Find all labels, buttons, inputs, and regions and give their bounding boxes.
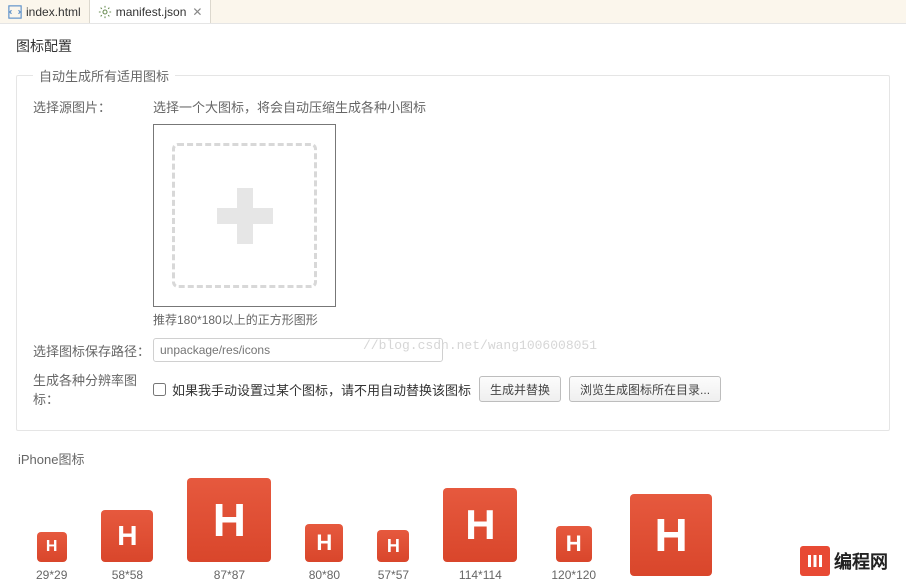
- icon-slot-114[interactable]: H 114*114: [443, 478, 517, 582]
- no-overwrite-checkbox[interactable]: [153, 383, 166, 396]
- tab-label: manifest.json: [116, 5, 187, 19]
- group-legend: 自动生成所有适用图标: [33, 66, 175, 85]
- html-file-icon: [8, 5, 22, 19]
- app-icon: H: [187, 478, 271, 562]
- icon-slot-58[interactable]: H 58*58: [101, 478, 153, 582]
- iphone-icon-row: H 29*29 H 58*58 H 87*87 H 80*80 H 57*57 …: [16, 472, 890, 582]
- plus-icon: [217, 188, 273, 244]
- gear-icon: [98, 5, 112, 19]
- app-icon: H: [556, 526, 592, 562]
- source-image-hint: 选择一个大图标，将会自动压缩生成各种小图标: [153, 97, 426, 116]
- app-icon: H: [305, 524, 343, 562]
- icon-slot-80[interactable]: H 80*80: [305, 478, 343, 582]
- icon-slot-29[interactable]: H 29*29: [36, 478, 67, 582]
- no-overwrite-text: 如果我手动设置过某个图标，请不用自动替换该图标: [172, 380, 471, 399]
- icon-size-label: 58*58: [112, 568, 143, 582]
- tab-index-html[interactable]: index.html: [0, 0, 90, 23]
- tab-manifest-json[interactable]: manifest.json ✕: [90, 0, 212, 23]
- close-icon[interactable]: ✕: [192, 5, 202, 19]
- app-icon: H: [377, 530, 409, 562]
- app-icon: H: [630, 494, 712, 576]
- source-image-dropzone[interactable]: [153, 124, 336, 307]
- icon-slot-87[interactable]: H 87*87: [187, 478, 271, 582]
- icon-size-label: 114*114: [459, 568, 502, 582]
- icon-slot-120a[interactable]: H 120*120: [551, 478, 596, 582]
- generate-replace-button[interactable]: 生成并替换: [479, 376, 561, 402]
- source-image-label: 选择源图片：: [33, 97, 153, 116]
- icon-size-label: 57*57: [378, 568, 409, 582]
- icon-slot-57[interactable]: H 57*57: [377, 478, 409, 582]
- icon-size-label: 120*120: [551, 568, 596, 582]
- icon-size-label: 80*80: [309, 568, 340, 582]
- dropzone-inner: [172, 143, 317, 288]
- editor-tabs: index.html manifest.json ✕: [0, 0, 906, 24]
- icon-size-label: 87*87: [214, 568, 245, 582]
- tab-label: index.html: [26, 5, 81, 19]
- recommend-text: 推荐180*180以上的正方形图形: [153, 311, 873, 328]
- icon-slot-120b[interactable]: H: [630, 492, 712, 582]
- app-icon: H: [443, 488, 517, 562]
- iphone-icons-title: iPhone图标: [18, 449, 890, 468]
- save-path-input[interactable]: [153, 338, 443, 362]
- section-title: 图标配置: [16, 32, 890, 66]
- icon-size-label: 29*29: [36, 568, 67, 582]
- generate-label: 生成各种分辨率图标：: [33, 370, 153, 408]
- app-icon: H: [101, 510, 153, 562]
- save-path-label: 选择图标保存路径：: [33, 341, 153, 360]
- auto-generate-group: 自动生成所有适用图标 选择源图片： 选择一个大图标，将会自动压缩生成各种小图标 …: [16, 66, 890, 431]
- browse-output-dir-button[interactable]: 浏览生成图标所在目录...: [569, 376, 721, 402]
